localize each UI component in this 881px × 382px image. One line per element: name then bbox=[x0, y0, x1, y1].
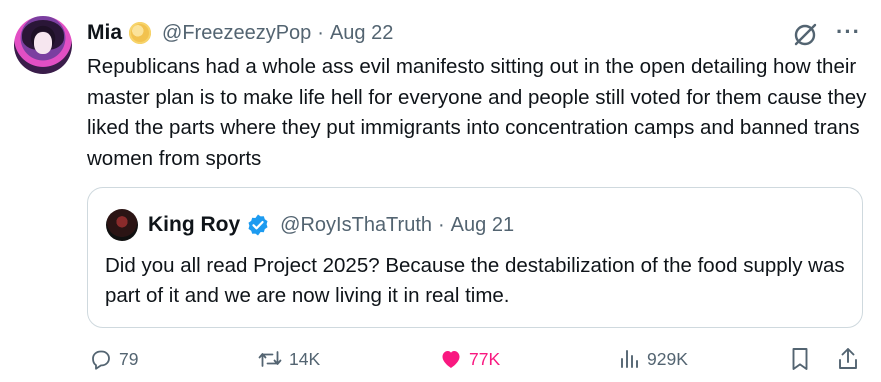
quoted-tweet-card[interactable]: King Roy @RoyIsThaTruth · Aug 21 Did you… bbox=[87, 187, 863, 328]
grok-icon[interactable] bbox=[790, 20, 820, 50]
views-button[interactable]: 929K bbox=[617, 342, 688, 376]
reply-icon bbox=[92, 350, 110, 370]
bookmark-button[interactable] bbox=[788, 342, 818, 376]
quoted-author-avatar[interactable] bbox=[106, 209, 138, 241]
like-count: 77K bbox=[469, 348, 501, 369]
retweet-count: 14K bbox=[289, 348, 321, 369]
header-separator: · bbox=[317, 21, 324, 44]
quoted-tweet-date[interactable]: Aug 21 bbox=[451, 214, 514, 237]
views-count: 929K bbox=[647, 348, 688, 369]
retweet-icon bbox=[258, 351, 282, 367]
tweet-header: Mia @FreezeezyPop · Aug 22 bbox=[87, 18, 393, 48]
author-avatar[interactable] bbox=[14, 16, 72, 74]
like-button[interactable]: 77K bbox=[439, 342, 500, 376]
quoted-header-separator: · bbox=[438, 213, 445, 236]
tweet-text: Republicans had a whole ass evil manifes… bbox=[87, 55, 867, 170]
heart-icon bbox=[442, 351, 460, 368]
retweet-button[interactable]: 14K bbox=[257, 342, 320, 376]
verified-check-icon bbox=[248, 214, 268, 236]
quoted-tweet-text: Did you all read Project 2025? Because t… bbox=[105, 254, 845, 307]
share-icon bbox=[839, 348, 857, 369]
quoted-author-name[interactable]: King Roy bbox=[148, 213, 240, 237]
bookmark-icon bbox=[792, 348, 808, 370]
views-icon bbox=[621, 350, 638, 368]
author-name[interactable]: Mia bbox=[87, 21, 122, 45]
share-button[interactable] bbox=[836, 342, 866, 376]
action-bar: 79 14K 77K 929K bbox=[0, 342, 881, 378]
author-handle[interactable]: @FreezeezyPop bbox=[162, 22, 311, 45]
reply-button[interactable]: 79 bbox=[89, 342, 138, 376]
more-options-icon[interactable]: ··· bbox=[836, 19, 861, 45]
quoted-tweet-header: King Roy @RoyIsThaTruth · Aug 21 bbox=[148, 210, 514, 240]
quoted-author-handle[interactable]: @RoyIsThaTruth bbox=[280, 214, 432, 237]
avatar-face-shape bbox=[34, 32, 52, 54]
gold-badge-icon bbox=[129, 22, 152, 44]
tweet-date[interactable]: Aug 22 bbox=[330, 22, 393, 45]
reply-count: 79 bbox=[119, 348, 139, 369]
